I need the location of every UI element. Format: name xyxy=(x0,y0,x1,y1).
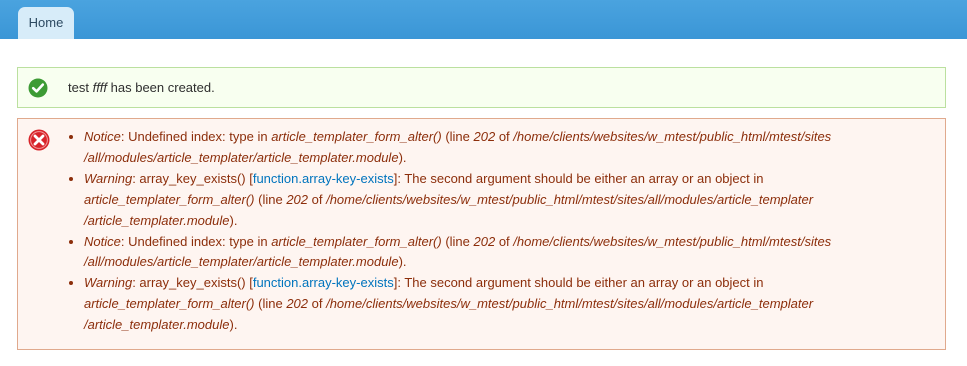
error-list: Notice: Undefined index: type in article… xyxy=(66,127,944,336)
created-item-name: ffff xyxy=(92,80,108,95)
error-message: Notice: Undefined index: type in article… xyxy=(17,118,946,350)
error-item: Warning: array_key_exists() [function.ar… xyxy=(84,273,944,336)
status-message: test ffff has been created. xyxy=(17,67,946,108)
top-navigation-bar: Home xyxy=(0,0,967,39)
error-item: Warning: array_key_exists() [function.ar… xyxy=(84,169,944,232)
check-icon xyxy=(28,78,48,98)
error-item: Notice: Undefined index: type in article… xyxy=(84,232,944,274)
error-item: Notice: Undefined index: type in article… xyxy=(84,127,944,169)
tab-home[interactable]: Home xyxy=(18,7,74,39)
error-icon xyxy=(28,129,50,151)
function-doc-link[interactable]: function.array-key-exists xyxy=(253,171,394,186)
status-text: test ffff has been created. xyxy=(68,80,215,95)
function-doc-link[interactable]: function.array-key-exists xyxy=(253,275,394,290)
